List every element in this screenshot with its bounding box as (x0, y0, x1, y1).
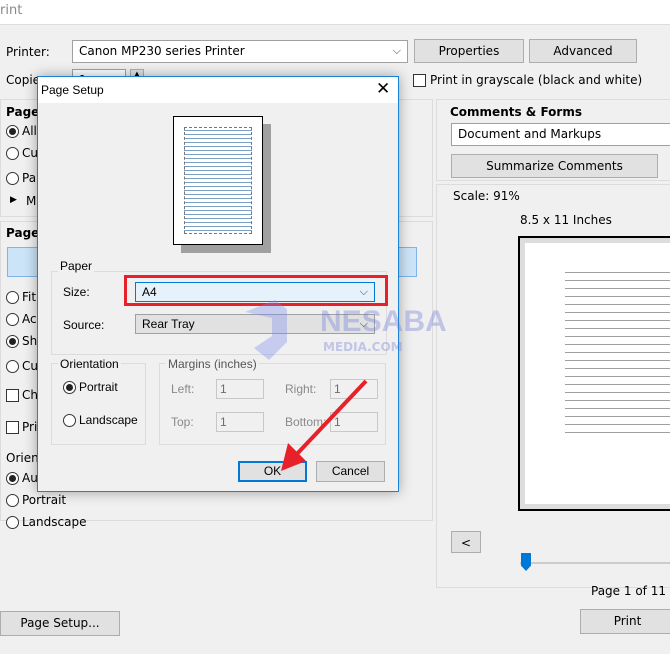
red-arrow-annotation (281, 379, 368, 471)
arrow-shaft (293, 379, 368, 458)
